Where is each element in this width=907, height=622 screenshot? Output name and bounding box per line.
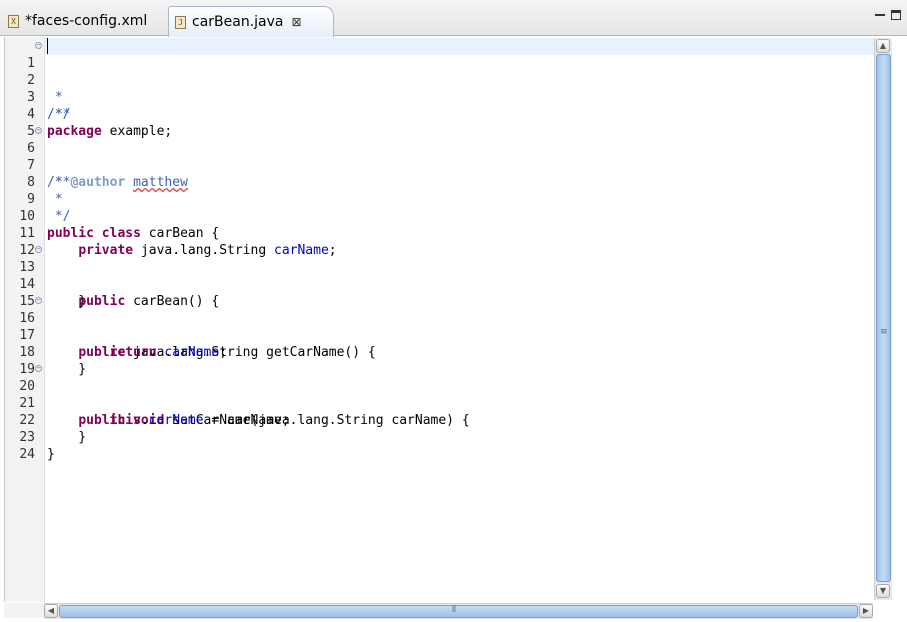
tab-carbean-java[interactable]: J carBean.java ⊠ [168,6,334,37]
code-line: 18 } [5,327,875,377]
code-line: 10 public class carBean { [5,191,875,241]
code-line: 16 − public java.lang.String getCarName(… [5,293,875,361]
code-line: 23 } [5,412,875,462]
editor-window: X *faces-config.xml J carBean.java ⊠ 1 −… [0,0,907,622]
code-line: 11 private java.lang.String carName; [5,208,875,258]
close-icon[interactable]: ⊠ [292,15,302,29]
code-line: 14 } [5,259,875,309]
code-line: 3 */ [5,72,875,122]
code-line: 24 [5,429,875,462]
code-line: 19 [5,344,875,377]
java-file-icon: J [175,15,186,29]
code-line: 1 − /** [5,38,875,122]
scroll-left-arrow-icon[interactable]: ◀ [44,604,58,618]
vertical-scrollbar[interactable]: ▲ ≡ ▼ [874,38,892,600]
gutter-corner [4,603,44,618]
code-line: 4 package example; [5,89,875,139]
code-line: 9 */ [5,174,875,224]
code-area[interactable]: 1 − /** 2 * 3 */ 4 package example; 5 6 [5,38,875,462]
code-line: 22 } [5,395,875,445]
grip-icon: ⦀ [452,605,456,615]
code-line: 5 [5,106,875,139]
code-line: 20 − public void setCarName(java.lang.St… [5,361,875,429]
code-line: 17 return carName; [5,310,875,360]
minimize-icon[interactable] [875,10,885,16]
tab-label: carBean.java [192,14,284,30]
tab-label: *faces-config.xml [25,13,148,29]
horizontal-scroll-thumb[interactable]: ⦀ [59,605,858,618]
fold-toggle-icon[interactable]: − [35,127,42,134]
code-line: 15 [5,276,875,309]
code-line: 21 this.carName = carName; [5,378,875,428]
fold-toggle-icon[interactable]: − [35,246,42,253]
fold-toggle-icon[interactable]: − [35,297,42,304]
scroll-right-arrow-icon[interactable]: ▶ [859,604,873,618]
code-editor[interactable]: 1 − /** 2 * 3 */ 4 package example; 5 6 [4,37,893,602]
code-line: 8 * [5,157,875,207]
code-line: 7 * @author matthew [5,140,875,190]
editor-tab-bar: X *faces-config.xml J carBean.java ⊠ [0,0,907,37]
horizontal-scrollbar[interactable]: ◀ ⦀ ▶ [44,603,873,619]
scroll-up-arrow-icon[interactable]: ▲ [876,39,890,53]
vertical-scroll-thumb[interactable]: ≡ [876,54,891,582]
code-line: 12 [5,225,875,258]
line-number: 24 [19,447,35,462]
fold-toggle-icon[interactable]: − [35,42,42,49]
fold-toggle-icon[interactable]: − [35,365,42,372]
code-line: 6 − /** [5,123,875,191]
tab-faces-config-xml[interactable]: X *faces-config.xml [4,6,168,36]
grip-icon: ≡ [880,327,888,337]
code-line: 2 * [5,55,875,105]
window-controls [875,10,901,20]
xml-file-icon: X [8,14,19,28]
scroll-down-arrow-icon[interactable]: ▼ [876,584,890,598]
text-caret [47,38,48,54]
code-line: 13 − public carBean() { [5,242,875,310]
maximize-icon[interactable] [891,10,901,20]
